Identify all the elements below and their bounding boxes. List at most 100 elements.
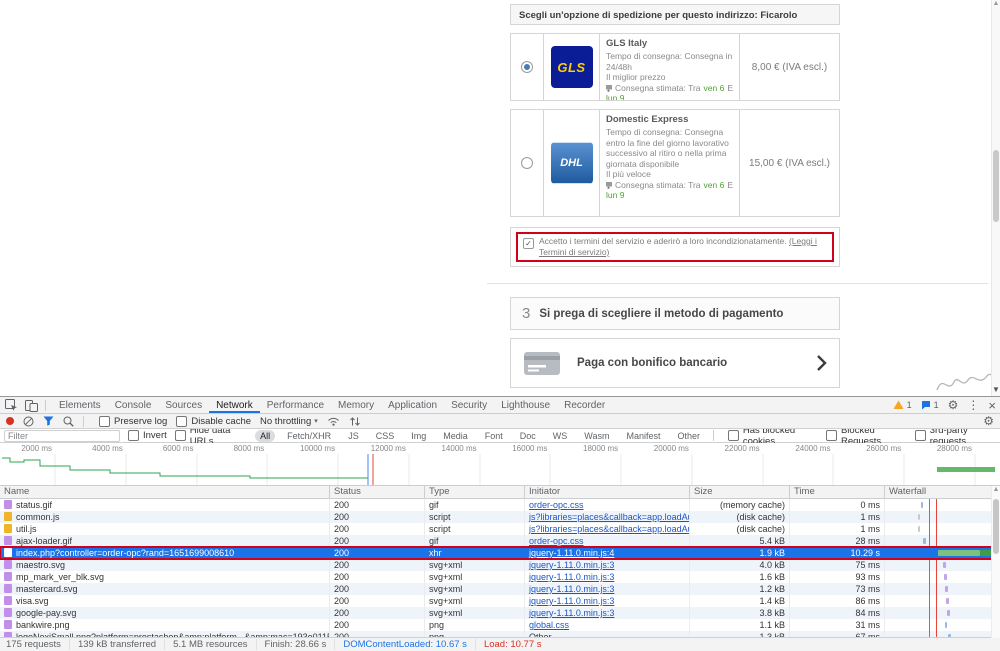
filter-type-doc[interactable]: Doc bbox=[515, 430, 541, 442]
clear-network-log-icon[interactable] bbox=[23, 416, 34, 427]
terms-checkbox[interactable]: ✓ bbox=[523, 238, 534, 249]
payment-method-bankwire[interactable]: Paga con bonifico bancario bbox=[510, 338, 840, 388]
issues-count: 1 bbox=[934, 400, 939, 410]
throttling-dropdown[interactable]: No throttling ▾ bbox=[260, 416, 318, 427]
page-scroll-thumb[interactable] bbox=[993, 150, 999, 222]
search-icon[interactable] bbox=[63, 416, 74, 427]
inspect-element-icon[interactable] bbox=[5, 399, 18, 412]
request-name-text: logoNexiSmall.png?platform=prestashop&am… bbox=[16, 632, 330, 637]
initiator-link[interactable]: global.css bbox=[529, 620, 569, 630]
network-conditions-icon[interactable] bbox=[327, 416, 340, 426]
request-row[interactable]: status.gif200giforder-opc.css(memory cac… bbox=[0, 499, 1000, 511]
requests-scroll-thumb[interactable] bbox=[993, 499, 999, 554]
filter-type-wasm[interactable]: Wasm bbox=[579, 430, 614, 442]
initiator-link[interactable]: jquery-1.11.0.min.js:3 bbox=[529, 560, 614, 570]
close-devtools-icon[interactable]: × bbox=[988, 399, 996, 412]
gls-note: Il miglior prezzo bbox=[606, 72, 733, 83]
filter-type-font[interactable]: Font bbox=[480, 430, 508, 442]
request-row[interactable]: google-pay.svg200svg+xmljquery-1.11.0.mi… bbox=[0, 607, 1000, 619]
preserve-log-checkbox[interactable]: Preserve log bbox=[99, 416, 167, 427]
handwritten-squiggle bbox=[935, 368, 995, 398]
tab-performance[interactable]: Performance bbox=[260, 397, 331, 413]
request-waterfall bbox=[885, 523, 1000, 535]
column-header-size[interactable]: Size bbox=[690, 486, 790, 498]
disable-cache-checkbox[interactable]: Disable cache bbox=[176, 416, 251, 427]
network-overview-timeline[interactable]: 2000 ms4000 ms6000 ms8000 ms10000 ms1200… bbox=[0, 443, 1000, 486]
request-row[interactable]: mastercard.svg200svg+xmljquery-1.11.0.mi… bbox=[0, 583, 1000, 595]
gls-radio-button[interactable] bbox=[521, 61, 533, 73]
issues-badge[interactable]: 1 bbox=[921, 400, 939, 410]
script-file-icon bbox=[4, 512, 12, 521]
devtools-tab-bar-right: 1 1 ⚙ ⋮ × bbox=[893, 397, 996, 413]
page-scrollbar[interactable]: ▲ ▼ bbox=[991, 0, 1000, 396]
tab-sources[interactable]: Sources bbox=[158, 397, 209, 413]
tab-network[interactable]: Network bbox=[209, 397, 260, 413]
tab-lighthouse[interactable]: Lighthouse bbox=[494, 397, 557, 413]
requests-scrollbar[interactable]: ▲ bbox=[991, 486, 1000, 638]
scroll-down-arrow[interactable]: ▼ bbox=[992, 385, 1000, 394]
shipping-option-dhl[interactable]: DHL Domestic Express Tempo di consegna: … bbox=[510, 109, 840, 217]
tab-memory[interactable]: Memory bbox=[331, 397, 381, 413]
device-toolbar-icon[interactable] bbox=[25, 399, 38, 412]
column-header-status[interactable]: Status bbox=[330, 486, 425, 498]
filter-type-other[interactable]: Other bbox=[672, 430, 705, 442]
initiator-link[interactable]: js?libraries=places&callback=app.loadAut… bbox=[529, 512, 690, 522]
filter-type-media[interactable]: Media bbox=[438, 430, 473, 442]
column-header-type[interactable]: Type bbox=[425, 486, 525, 498]
filter-type-css[interactable]: CSS bbox=[371, 430, 400, 442]
tab-elements[interactable]: Elements bbox=[52, 397, 108, 413]
request-name: index.php?controller=order-opc?rand=1651… bbox=[0, 547, 330, 559]
request-row[interactable]: common.js200scriptjs?libraries=places&ca… bbox=[0, 511, 1000, 523]
request-row[interactable]: mp_mark_ver_blk.svg200svg+xmljquery-1.11… bbox=[0, 571, 1000, 583]
filter-type-img[interactable]: Img bbox=[406, 430, 431, 442]
scroll-up-arrow[interactable]: ▲ bbox=[992, 486, 1000, 493]
network-settings-gear-icon[interactable]: ⚙ bbox=[983, 415, 994, 427]
invert-checkbox[interactable]: Invert bbox=[128, 430, 167, 441]
estimate-conj: E bbox=[727, 180, 733, 191]
more-options-icon[interactable]: ⋮ bbox=[967, 399, 979, 411]
column-header-initiator[interactable]: Initiator bbox=[525, 486, 690, 498]
request-row[interactable]: visa.svg200svg+xmljquery-1.11.0.min.js:3… bbox=[0, 595, 1000, 607]
request-row[interactable]: ajax-loader.gif200giforder-opc.css5.4 kB… bbox=[0, 535, 1000, 547]
initiator-link[interactable]: order-opc.css bbox=[529, 500, 584, 510]
tab-application[interactable]: Application bbox=[381, 397, 444, 413]
column-header-time[interactable]: Time bbox=[790, 486, 885, 498]
dhl-radio-button[interactable] bbox=[521, 157, 533, 169]
initiator-link[interactable]: jquery-1.11.0.min.js:3 bbox=[529, 572, 614, 582]
request-row-selected[interactable]: index.php?controller=order-opc?rand=1651… bbox=[0, 547, 1000, 559]
column-header-waterfall[interactable]: Waterfall bbox=[885, 486, 1000, 498]
initiator-link[interactable]: jquery-1.11.0.min.js:3 bbox=[529, 584, 614, 594]
settings-gear-icon[interactable]: ⚙ bbox=[948, 399, 959, 411]
filter-funnel-icon[interactable] bbox=[43, 416, 54, 426]
request-row[interactable]: logoNexiSmall.png?platform=prestashop&am… bbox=[0, 631, 1000, 637]
filter-type-manifest[interactable]: Manifest bbox=[621, 430, 665, 442]
shipping-option-gls[interactable]: GLS GLS Italy Tempo di consegna: Consegn… bbox=[510, 33, 840, 101]
filter-input[interactable] bbox=[4, 430, 120, 442]
tab-recorder[interactable]: Recorder bbox=[557, 397, 612, 413]
initiator-link[interactable]: js?libraries=places&callback=app.loadAut… bbox=[529, 524, 690, 534]
filter-type-js[interactable]: JS bbox=[343, 430, 364, 442]
timeline-label: 8000 ms bbox=[234, 444, 268, 453]
request-row[interactable]: util.js200scriptjs?libraries=places&call… bbox=[0, 523, 1000, 535]
record-network-log-button[interactable] bbox=[6, 417, 14, 425]
request-name: logoNexiSmall.png?platform=prestashop&am… bbox=[0, 631, 330, 637]
timeline-label: 2000 ms bbox=[21, 444, 55, 453]
import-export-har-icon[interactable] bbox=[349, 416, 361, 427]
dhl-info: Domestic Express Tempo di consegna: Cons… bbox=[599, 110, 739, 216]
filter-type-fetch-xhr[interactable]: Fetch/XHR bbox=[282, 430, 336, 442]
tab-console[interactable]: Console bbox=[108, 397, 159, 413]
filter-type-ws[interactable]: WS bbox=[548, 430, 573, 442]
column-header-name[interactable]: Name bbox=[0, 486, 330, 498]
initiator-link[interactable]: jquery-1.11.0.min.js:3 bbox=[529, 596, 614, 606]
waterfall-bar bbox=[944, 574, 947, 580]
warnings-badge[interactable]: 1 bbox=[893, 400, 912, 410]
initiator-link[interactable]: jquery-1.11.0.min.js:4 bbox=[529, 548, 614, 558]
tab-security[interactable]: Security bbox=[444, 397, 494, 413]
initiator-link[interactable]: order-opc.css bbox=[529, 536, 584, 546]
request-time: 73 ms bbox=[790, 583, 885, 595]
initiator-link[interactable]: jquery-1.11.0.min.js:3 bbox=[529, 608, 614, 618]
scroll-up-arrow[interactable]: ▲ bbox=[992, 0, 1000, 7]
request-row[interactable]: maestro.svg200svg+xmljquery-1.11.0.min.j… bbox=[0, 559, 1000, 571]
filter-type-all[interactable]: All bbox=[255, 430, 275, 442]
request-row[interactable]: bankwire.png200pngglobal.css1.1 kB31 ms bbox=[0, 619, 1000, 631]
